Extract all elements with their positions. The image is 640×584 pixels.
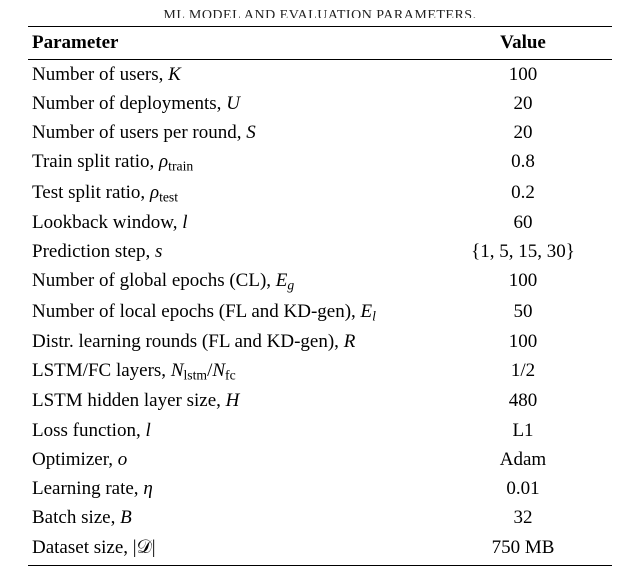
param-cell: Number of users, K [28, 60, 434, 90]
param-cell: Loss function, l [28, 416, 434, 445]
value-cell: 20 [434, 119, 612, 148]
value-cell: 0.01 [434, 475, 612, 504]
table-row: Number of users per round, S20 [28, 119, 612, 148]
table-row: Number of users, K100 [28, 60, 612, 90]
param-cell: Batch size, B [28, 504, 434, 533]
table-caption: ML MODEL AND EVALUATION PARAMETERS. [28, 8, 612, 18]
table-row: LSTM/FC layers, Nlstm/Nfc1/2 [28, 357, 612, 387]
param-cell: LSTM hidden layer size, H [28, 387, 434, 416]
table-row: Loss function, lL1 [28, 416, 612, 445]
value-cell: {1, 5, 15, 30} [434, 238, 612, 267]
param-cell: LSTM/FC layers, Nlstm/Nfc [28, 357, 434, 387]
table-row: Prediction step, s{1, 5, 15, 30} [28, 238, 612, 267]
value-cell: Adam [434, 445, 612, 474]
header-parameter: Parameter [28, 27, 434, 60]
param-cell: Number of users per round, S [28, 119, 434, 148]
table-row: Learning rate, η0.01 [28, 475, 612, 504]
param-cell: Number of global epochs (CL), Eg [28, 267, 434, 297]
table-row: Batch size, B32 [28, 504, 612, 533]
param-cell: Number of deployments, U [28, 89, 434, 118]
param-cell: Train split ratio, ρtrain [28, 148, 434, 178]
table-row: Number of global epochs (CL), Eg100 [28, 267, 612, 297]
value-cell: 480 [434, 387, 612, 416]
table-row: Train split ratio, ρtrain0.8 [28, 148, 612, 178]
param-cell: Lookback window, l [28, 208, 434, 237]
param-cell: Optimizer, o [28, 445, 434, 474]
parameters-table: Parameter Value Number of users, K100Num… [28, 26, 612, 566]
header-value: Value [434, 27, 612, 60]
param-cell: Dataset size, |𝒟| [28, 533, 434, 565]
param-cell: Test split ratio, ρtest [28, 178, 434, 208]
value-cell: 32 [434, 504, 612, 533]
page: ML MODEL AND EVALUATION PARAMETERS. Para… [0, 0, 640, 584]
table-row: Number of deployments, U20 [28, 89, 612, 118]
table-header-row: Parameter Value [28, 27, 612, 60]
table-row: Distr. learning rounds (FL and KD-gen), … [28, 327, 612, 356]
param-cell: Prediction step, s [28, 238, 434, 267]
table-row: Lookback window, l60 [28, 208, 612, 237]
param-cell: Number of local epochs (FL and KD-gen), … [28, 297, 434, 327]
table-row: Optimizer, oAdam [28, 445, 612, 474]
value-cell: 100 [434, 60, 612, 90]
table-body: Number of users, K100Number of deploymen… [28, 60, 612, 566]
value-cell: 100 [434, 327, 612, 356]
value-cell: L1 [434, 416, 612, 445]
value-cell: 0.2 [434, 178, 612, 208]
param-cell: Learning rate, η [28, 475, 434, 504]
value-cell: 50 [434, 297, 612, 327]
value-cell: 20 [434, 89, 612, 118]
value-cell: 60 [434, 208, 612, 237]
value-cell: 750 MB [434, 533, 612, 565]
value-cell: 1/2 [434, 357, 612, 387]
value-cell: 100 [434, 267, 612, 297]
value-cell: 0.8 [434, 148, 612, 178]
table-row: Number of local epochs (FL and KD-gen), … [28, 297, 612, 327]
table-row: Test split ratio, ρtest0.2 [28, 178, 612, 208]
table-row: Dataset size, |𝒟|750 MB [28, 533, 612, 565]
param-cell: Distr. learning rounds (FL and KD-gen), … [28, 327, 434, 356]
table-row: LSTM hidden layer size, H480 [28, 387, 612, 416]
